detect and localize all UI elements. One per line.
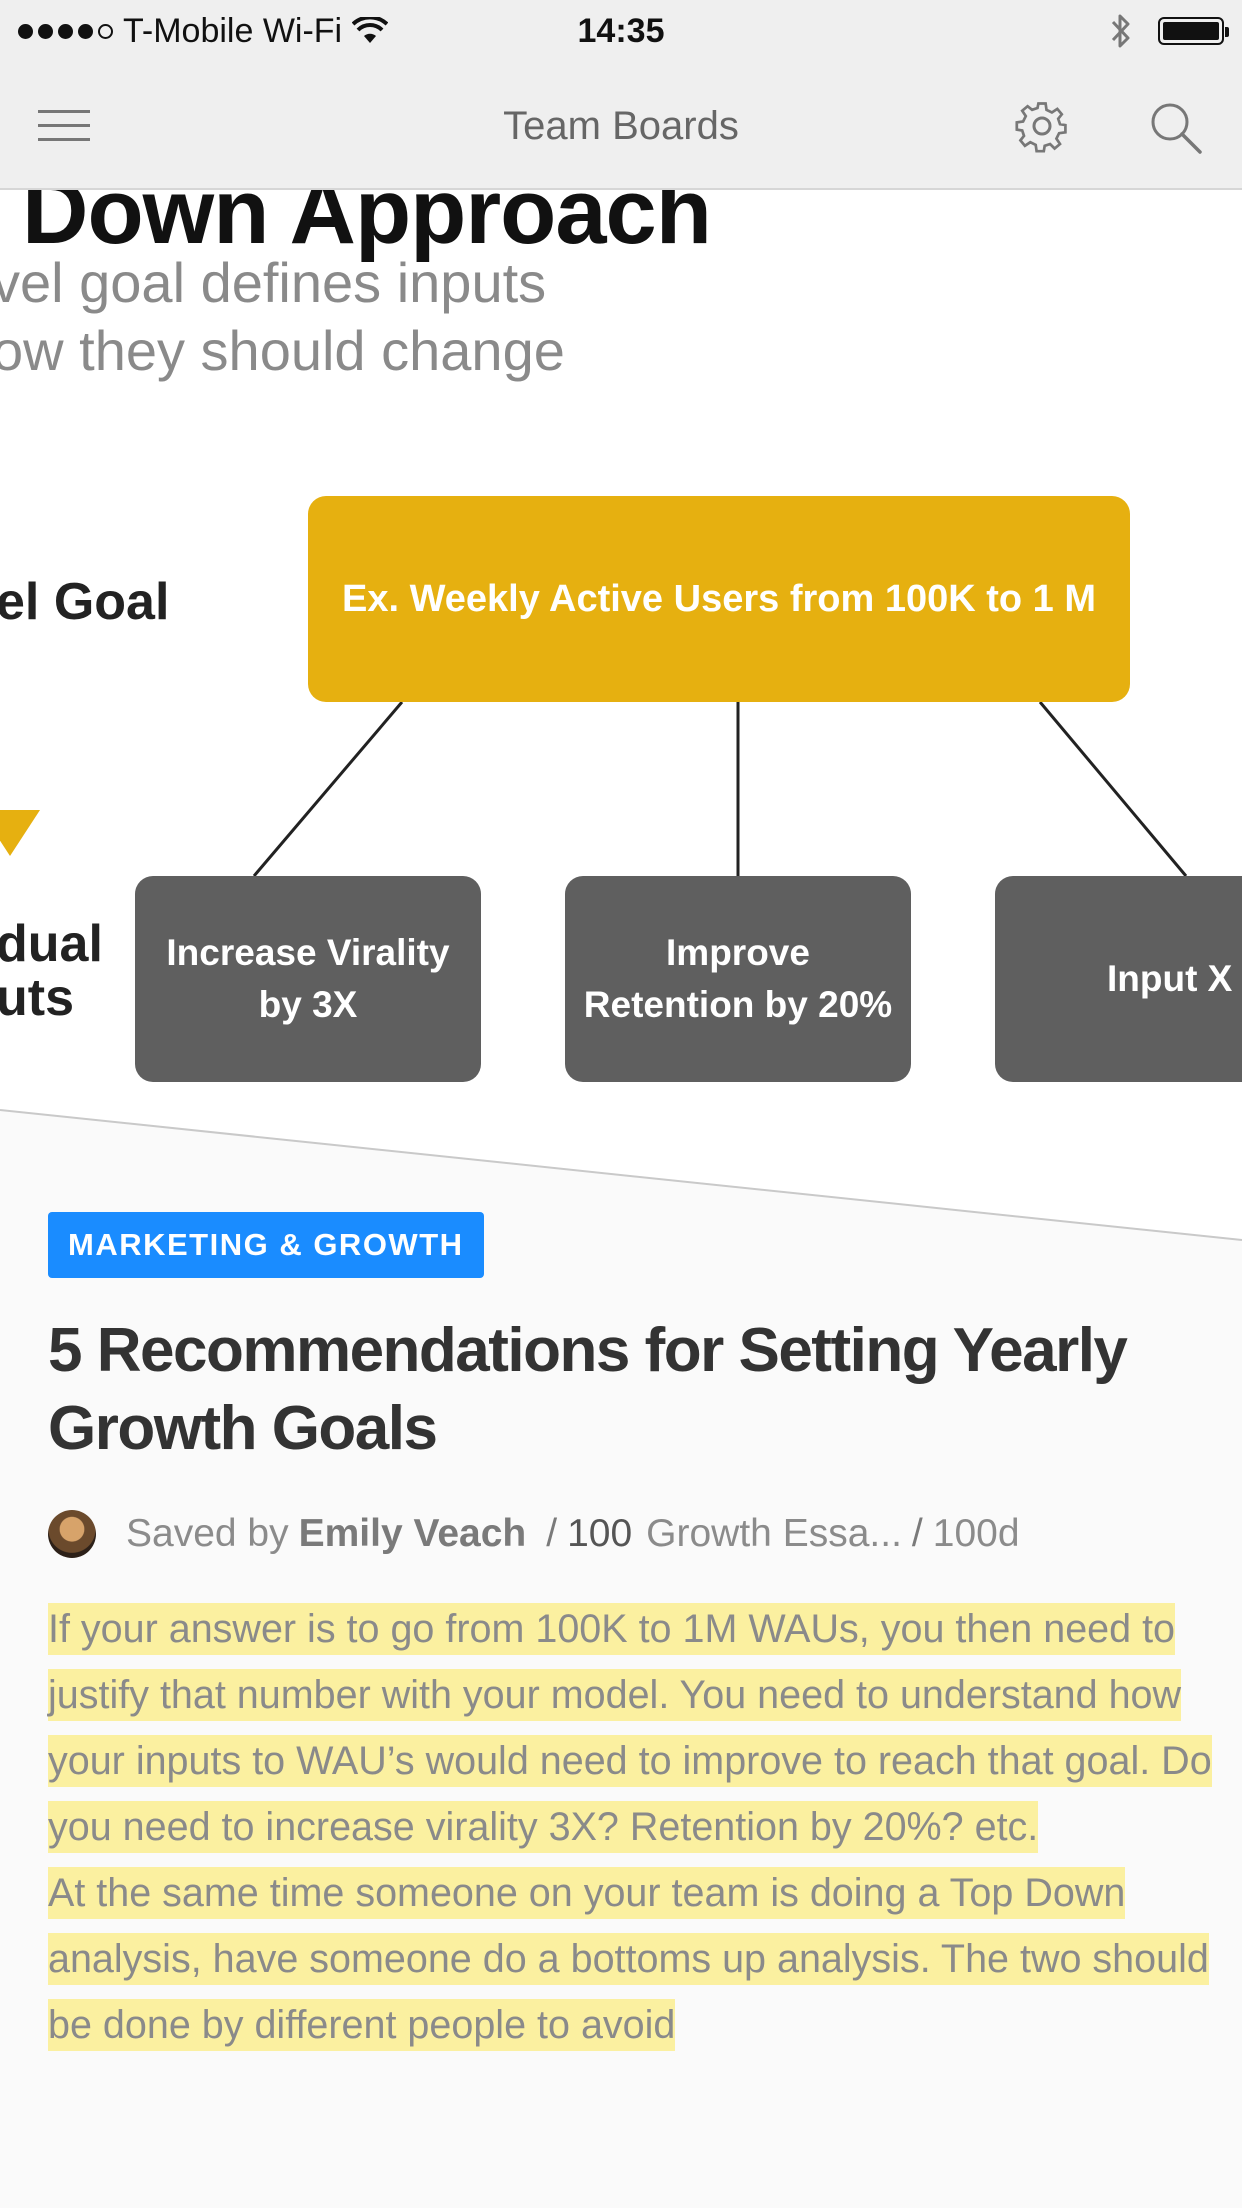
search-icon[interactable] — [1144, 96, 1206, 158]
category-tag[interactable]: MARKETING & GROWTH — [48, 1212, 484, 1278]
highlighted-text: At the same time someone on your team is… — [48, 1867, 1209, 2051]
highlighted-text: If your answer is to go from 100K to 1M … — [48, 1603, 1212, 1853]
bluetooth-icon — [1111, 14, 1130, 48]
board-count: 100 — [567, 1512, 633, 1555]
article-age: 100d — [932, 1512, 1020, 1555]
status-right — [1110, 0, 1229, 62]
saved-by-label: Saved by — [126, 1512, 289, 1555]
meta-separator: / — [911, 1512, 923, 1555]
status-bar: T-Mobile Wi-Fi 14:35 — [0, 0, 1242, 62]
battery-icon — [1158, 17, 1229, 45]
status-time: 14:35 — [577, 12, 665, 50]
gear-icon[interactable] — [1012, 96, 1072, 156]
meta-separator: / — [546, 1512, 558, 1555]
article-meta: Saved by Emily Veach / 100 Growth Essa..… — [48, 1506, 1020, 1562]
excerpt-paragraph: If your answer is to go from 100K to 1M … — [48, 1596, 1218, 1860]
hero-diagonal-cut — [0, 1109, 1242, 1250]
article-hero-image[interactable]: Down Approach vel goal defines inputs ow… — [0, 190, 1242, 1250]
board-name[interactable]: Growth Essa... — [646, 1512, 902, 1556]
navigation-bar: Team Boards — [0, 62, 1242, 190]
article-excerpt: If your answer is to go from 100K to 1M … — [48, 1596, 1218, 2058]
article-title[interactable]: 5 Recommendations for Setting Yearly Gro… — [48, 1312, 1208, 1468]
avatar[interactable] — [48, 1510, 96, 1558]
author-name[interactable]: Emily Veach — [299, 1512, 527, 1556]
excerpt-paragraph: At the same time someone on your team is… — [48, 1860, 1218, 2058]
